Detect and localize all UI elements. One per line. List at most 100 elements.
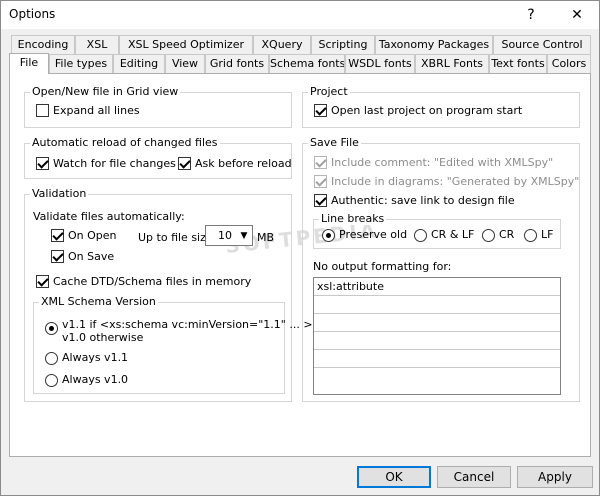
help-button[interactable]: ? <box>509 1 553 29</box>
radio-circle <box>45 374 58 387</box>
radio-circle <box>524 229 537 242</box>
group-auto-reload: Automatic reload of changed files Watch … <box>24 136 292 179</box>
watch-file-changes-checkbox[interactable]: Watch for file changes <box>36 157 176 170</box>
checkbox-box <box>178 157 191 170</box>
group-line-breaks: Line breaks Preserve old CR & LF CR LF <box>313 212 561 249</box>
group-project-title: Project <box>308 85 350 98</box>
file-tab-panel: SOFTPEDIA Open/New file in Grid view Exp… <box>9 73 591 457</box>
checkbox-label: Watch for file changes <box>53 157 176 170</box>
tab-xsl-speed-optimizer[interactable]: XSL Speed Optimizer <box>119 35 253 54</box>
tab-encoding[interactable]: Encoding <box>11 35 75 54</box>
checkbox-label: Include comment: "Edited with XMLSpy" <box>331 156 554 169</box>
group-open-new: Open/New file in Grid view Expand all li… <box>24 85 292 128</box>
radio-label: Always v1.1 <box>62 351 129 364</box>
schema-always-v11-radio[interactable]: Always v1.1 <box>45 351 128 365</box>
cache-dtd-schema-checkbox[interactable]: Cache DTD/Schema files in memory <box>36 275 251 288</box>
group-save-file-title: Save File <box>308 136 361 149</box>
preserve-old-radio[interactable]: Preserve old <box>322 228 407 242</box>
schema-v11-conditional-radio[interactable]: v1.1 if <xs:schema vc:minVersion="1.1" .… <box>45 318 313 344</box>
file-size-value: 10 <box>218 229 232 242</box>
open-last-project-checkbox[interactable]: Open last project on program start <box>314 104 522 117</box>
tab-text-fonts[interactable]: Text fonts <box>489 54 547 73</box>
on-save-checkbox[interactable]: On Save <box>51 250 114 263</box>
tab-taxonomy-packages[interactable]: Taxonomy Packages <box>375 35 493 54</box>
tab-xquery[interactable]: XQuery <box>253 35 311 54</box>
radio-circle <box>482 229 495 242</box>
no-output-formatting-label: No output formatting for: <box>313 260 452 273</box>
group-line-breaks-title: Line breaks <box>319 212 387 225</box>
tab-source-control[interactable]: Source Control <box>493 35 591 54</box>
on-open-checkbox[interactable]: On Open <box>51 229 117 242</box>
checkbox-box <box>314 156 327 169</box>
radio-label: Preserve old <box>339 228 408 241</box>
window-title: Options <box>9 7 56 21</box>
tab-file[interactable]: File <box>9 53 49 74</box>
expand-all-lines-checkbox[interactable]: Expand all lines <box>36 104 140 117</box>
radio-label-line1: v1.1 if <xs:schema vc:minVersion="1.1" .… <box>62 318 313 331</box>
checkbox-box <box>51 250 64 263</box>
checkbox-box <box>314 104 327 117</box>
checkbox-box <box>51 229 64 242</box>
include-comment-checkbox[interactable]: Include comment: "Edited with XMLSpy" <box>314 156 553 169</box>
tab-xbrl-fonts[interactable]: XBRL Fonts <box>415 54 489 73</box>
grid-row[interactable] <box>314 296 560 314</box>
no-output-formatting-grid[interactable]: xsl:attribute <box>313 277 561 395</box>
radio-label: LF <box>541 228 554 241</box>
apply-button[interactable]: Apply <box>517 466 593 488</box>
include-in-diagrams-checkbox[interactable]: Include in diagrams: "Generated by XMLSp… <box>314 175 579 188</box>
group-open-new-title: Open/New file in Grid view <box>30 85 181 98</box>
radio-label: Always v1.0 <box>62 373 129 386</box>
lf-radio[interactable]: LF <box>524 228 553 242</box>
ask-before-reload-checkbox[interactable]: Ask before reload <box>178 157 292 170</box>
checkbox-box <box>314 175 327 188</box>
group-save-file: Save File Include comment: "Edited with … <box>302 136 580 402</box>
tab-xsl[interactable]: XSL <box>75 35 119 54</box>
checkbox-label: Open last project on program start <box>331 104 523 117</box>
validate-auto-label: Validate files automatically: <box>33 210 185 223</box>
title-bar: Options ? ✕ <box>1 1 599 29</box>
grid-row[interactable]: xsl:attribute <box>314 278 560 296</box>
chevron-down-icon: ▼ <box>240 230 248 241</box>
ok-button[interactable]: OK <box>357 466 431 488</box>
radio-circle <box>45 352 58 365</box>
radio-label-line2: v1.0 otherwise <box>62 331 144 344</box>
checkbox-label: Expand all lines <box>53 104 140 117</box>
checkbox-label: On Save <box>68 250 115 263</box>
file-size-dropdown[interactable]: 10 ▼ <box>205 225 253 246</box>
tab-view[interactable]: View <box>165 54 205 73</box>
radio-label: v1.1 if <xs:schema vc:minVersion="1.1" .… <box>62 318 313 344</box>
options-dialog: Options ? ✕ Encoding XSL XSL Speed Optim… <box>0 0 600 496</box>
grid-row[interactable] <box>314 314 560 332</box>
radio-circle <box>322 229 335 242</box>
radio-label: CR & LF <box>431 228 475 241</box>
file-size-label: Up to file size <box>138 231 213 244</box>
grid-row[interactable] <box>314 332 560 350</box>
tab-colors[interactable]: Colors <box>547 54 591 73</box>
group-auto-reload-title: Automatic reload of changed files <box>30 136 220 149</box>
tab-wsdl-fonts[interactable]: WSDL fonts <box>345 54 415 73</box>
group-validation: Validation Validate files automatically:… <box>24 187 313 402</box>
authentic-save-link-checkbox[interactable]: Authentic: save link to design file <box>314 194 515 207</box>
cr-lf-radio[interactable]: CR & LF <box>414 228 474 242</box>
checkbox-label: Cache DTD/Schema files in memory <box>53 275 252 288</box>
tab-scripting[interactable]: Scripting <box>311 35 375 54</box>
checkbox-label: Authentic: save link to design file <box>331 194 515 207</box>
schema-always-v10-radio[interactable]: Always v1.0 <box>45 373 128 387</box>
checkbox-box <box>36 157 49 170</box>
checkbox-box <box>314 194 327 207</box>
grid-row[interactable] <box>314 350 560 368</box>
group-xml-schema-version-title: XML Schema Version <box>39 295 158 308</box>
cr-radio[interactable]: CR <box>482 228 514 242</box>
tab-file-types[interactable]: File types <box>49 54 113 73</box>
tab-schema-fonts[interactable]: Schema fonts <box>269 54 345 73</box>
checkbox-label: Include in diagrams: "Generated by XMLSp… <box>331 175 580 188</box>
tab-editing[interactable]: Editing <box>113 54 165 73</box>
group-xml-schema-version: XML Schema Version v1.1 if <xs:schema vc… <box>33 295 313 394</box>
grid-row[interactable] <box>314 368 560 386</box>
radio-label: CR <box>499 228 515 241</box>
tab-grid-fonts[interactable]: Grid fonts <box>205 54 269 73</box>
close-button[interactable]: ✕ <box>555 1 599 29</box>
radio-circle <box>414 229 427 242</box>
cancel-button[interactable]: Cancel <box>437 466 511 488</box>
checkbox-label: On Open <box>68 229 117 242</box>
